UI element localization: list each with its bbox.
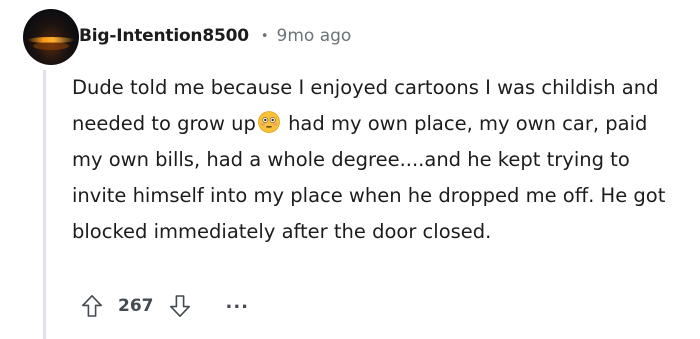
comment-meta: Big-Intention8500 • 9mo ago [79, 26, 351, 46]
avatar-horizon-haze [33, 42, 69, 50]
comment-actions: 267 ... [80, 290, 249, 322]
downvote-arrow-icon[interactable] [168, 293, 192, 319]
comment-body: Dude told me because I enjoyed cartoons … [72, 70, 684, 250]
user-avatar[interactable] [23, 9, 79, 65]
timestamp[interactable]: 9mo ago [277, 26, 352, 46]
meta-separator: • [260, 28, 269, 44]
comment: Big-Intention8500 • 9mo ago Dude told me… [0, 0, 700, 339]
flushed-face-emoji-icon [257, 111, 280, 133]
username-link[interactable]: Big-Intention8500 [79, 26, 249, 46]
comment-text: Dude told me because I enjoyed cartoons … [72, 70, 684, 250]
upvote-arrow-icon[interactable] [80, 293, 104, 319]
more-options-button[interactable]: ... [226, 294, 250, 314]
thread-line[interactable] [43, 70, 46, 339]
vote-score: 267 [118, 296, 154, 316]
